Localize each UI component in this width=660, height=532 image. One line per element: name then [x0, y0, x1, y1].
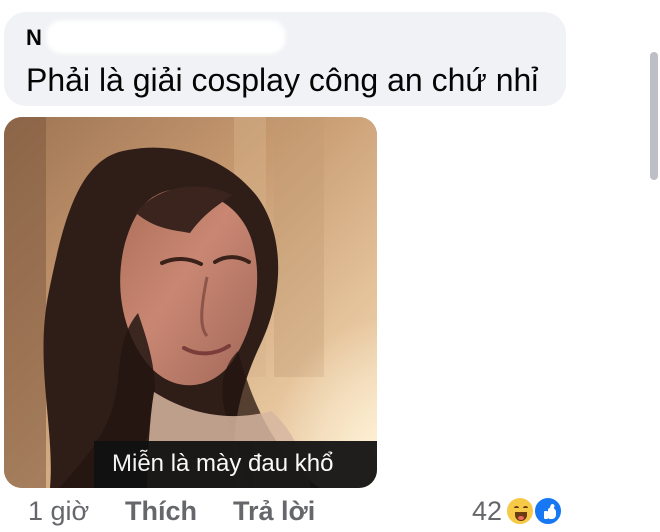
vertical-scrollbar[interactable] — [650, 52, 658, 180]
reaction-count[interactable]: 42 — [472, 494, 502, 528]
meme-caption-box: Miễn là mày đau khổ — [94, 441, 377, 488]
like-icon — [533, 496, 563, 526]
reaction-summary[interactable] — [505, 496, 569, 526]
author-name[interactable]: N — [26, 25, 42, 51]
meme-image — [4, 117, 377, 488]
comment-actions-row: 1 giờ Thích Trả lời 42 — [28, 494, 628, 530]
reply-button[interactable]: Trả lời — [233, 494, 315, 528]
meme-caption: Miễn là mày đau khổ — [112, 450, 334, 477]
comment-text: Phải là giải cosplay công an chứ nhỉ — [26, 62, 539, 98]
haha-eye-left — [514, 506, 519, 510]
haha-icon — [505, 496, 535, 526]
comment-image-attachment[interactable]: Miễn là mày đau khổ — [4, 117, 377, 488]
comment-bubble: N Phải là giải cosplay công an chứ nhỉ — [4, 12, 566, 106]
comment-timestamp[interactable]: 1 giờ — [28, 494, 89, 528]
author-name-redaction — [46, 20, 286, 54]
like-button[interactable]: Thích — [125, 494, 197, 528]
haha-eye-right — [523, 506, 528, 510]
haha-tongue — [518, 516, 524, 520]
